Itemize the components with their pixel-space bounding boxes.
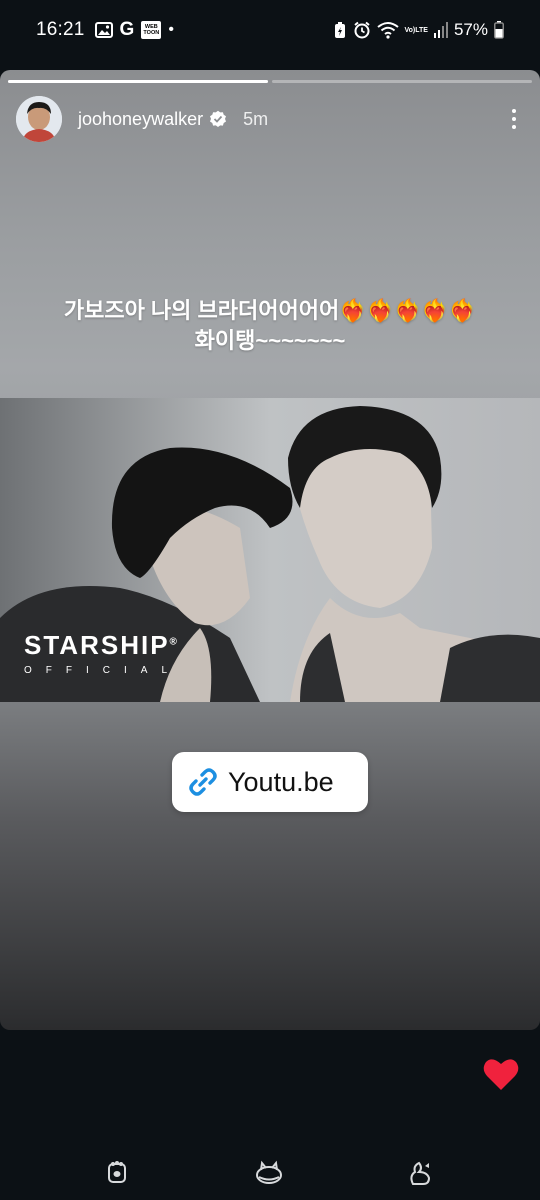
starship-logo-mark: ® bbox=[169, 636, 179, 648]
recents-icon[interactable] bbox=[107, 1160, 133, 1186]
back-icon[interactable] bbox=[407, 1160, 433, 1186]
story-time-ago: 5m bbox=[243, 108, 269, 129]
story-caption: 가보즈아 나의 브라더어어어어❤️‍🔥❤️‍🔥❤️‍🔥❤️‍🔥❤️‍🔥 화이탱~… bbox=[0, 296, 540, 356]
system-navigation-bar bbox=[0, 1146, 540, 1200]
avatar[interactable] bbox=[16, 96, 62, 142]
volte-line1: Vo) bbox=[404, 26, 416, 34]
volte-line2: LTE bbox=[415, 26, 428, 34]
battery-icon bbox=[494, 21, 504, 39]
story-caption-line-1: 가보즈아 나의 브라더어어어어❤️‍🔥❤️‍🔥❤️‍🔥❤️‍🔥❤️‍🔥 bbox=[63, 298, 477, 323]
status-time: 16:21 bbox=[36, 19, 85, 40]
story-username[interactable]: joohoneywalker bbox=[78, 109, 203, 130]
status-bar: 16:21 G WEB TOON • Vo) LTE 57% bbox=[0, 0, 540, 60]
starship-logo: STARSHIP® OFFICIAL bbox=[24, 630, 181, 676]
starship-logo-name: STARSHIP bbox=[24, 630, 170, 660]
story-progress-segment-1 bbox=[8, 80, 268, 83]
status-system-icons: Vo) LTE 57% bbox=[333, 20, 504, 40]
webtoon-icon-line2: TOON bbox=[143, 30, 160, 36]
more-options-icon[interactable] bbox=[504, 106, 524, 132]
alarm-icon bbox=[353, 21, 371, 39]
link-sticker-text: Youtu.be bbox=[228, 766, 334, 797]
google-icon: G bbox=[119, 19, 135, 40]
volte-icon: Vo) LTE bbox=[405, 27, 428, 34]
notification-dot-icon: • bbox=[168, 21, 174, 38]
battery-percent: 57% bbox=[453, 20, 488, 39]
story-header: joohoneywalker 5m bbox=[16, 96, 524, 142]
status-notification-icons: G WEB TOON • bbox=[94, 19, 174, 41]
story-progress-bar bbox=[8, 80, 532, 83]
home-icon[interactable] bbox=[255, 1160, 282, 1186]
story-photo: STARSHIP® OFFICIAL bbox=[0, 398, 540, 702]
link-sticker[interactable]: Youtu.be bbox=[172, 752, 368, 812]
story-caption-line-2: 화이탱~~~~~~~ bbox=[194, 328, 346, 353]
webtoon-icon: WEB TOON bbox=[141, 21, 162, 39]
wifi-icon bbox=[376, 21, 399, 39]
gallery-icon bbox=[94, 22, 113, 38]
verified-badge-icon bbox=[209, 110, 227, 128]
story-progress-fill-1 bbox=[8, 80, 268, 83]
story-viewer[interactable]: joohoneywalker 5m 가보즈아 나의 브라더어어어어❤️‍🔥❤️‍… bbox=[0, 70, 540, 1030]
starship-logo-subtext: OFFICIAL bbox=[24, 665, 182, 676]
starship-logo-text: STARSHIP® bbox=[24, 630, 181, 661]
like-heart-icon[interactable] bbox=[482, 1056, 520, 1092]
story-progress-segment-2 bbox=[272, 80, 532, 83]
battery-saver-icon bbox=[333, 21, 347, 39]
signal-icon bbox=[433, 22, 448, 38]
link-icon bbox=[186, 765, 220, 799]
